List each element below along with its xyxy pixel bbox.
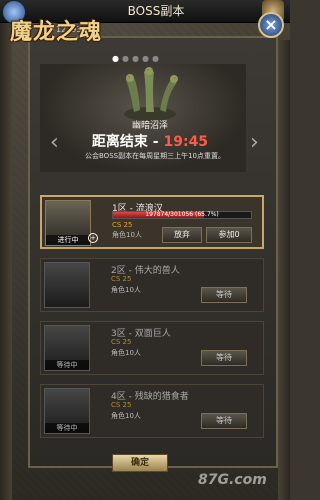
frame-left bbox=[0, 22, 12, 500]
wait-button[interactable]: 等待 bbox=[201, 350, 247, 366]
boss-limit: 角色10人 bbox=[111, 349, 141, 357]
boss-portrait: 等待中 bbox=[44, 388, 90, 434]
hp-bar: 197874/301056 (65.7%) bbox=[112, 211, 252, 219]
boss-cost: CS 25 bbox=[111, 401, 132, 409]
zone-name: 幽暗沼泽 bbox=[131, 121, 168, 131]
boss-limit: 角色10人 bbox=[112, 231, 142, 239]
reset-notice: 公会BOSS副本在每周星期三上午10点重置。 bbox=[85, 152, 225, 160]
boss-cost: CS 25 bbox=[112, 221, 133, 229]
frame-right bbox=[278, 40, 290, 500]
pager-dot: ● bbox=[151, 54, 162, 63]
boss-status: 进行中 bbox=[46, 235, 90, 245]
boss-status: 等待中 bbox=[45, 423, 89, 433]
hp-text: 197874/301056 (65.7%) bbox=[145, 211, 219, 218]
give-up-button[interactable]: 放弃 bbox=[162, 227, 202, 243]
boss-cost: CS 25 bbox=[111, 338, 132, 346]
pager-dot: ● bbox=[131, 54, 142, 63]
pager-dot: ● bbox=[121, 54, 132, 63]
wait-button[interactable]: 等待 bbox=[201, 287, 247, 303]
pager-dot-active: ● bbox=[112, 54, 122, 63]
boss-limit: 角色10人 bbox=[111, 412, 141, 420]
boss-row-2[interactable]: 2区 - 伟大的兽人 CS 25 角色10人 等待 bbox=[40, 258, 264, 312]
countdown-label: 距离结束 - bbox=[91, 134, 164, 150]
countdown-time: 19:45 bbox=[163, 134, 209, 150]
confirm-button[interactable]: 确定 bbox=[112, 454, 168, 472]
boss-status: 等待中 bbox=[45, 360, 89, 370]
boss-row-3[interactable]: 等待中 3区 - 双面巨人 CS 25 角色10人 等待 bbox=[40, 321, 264, 375]
wait-button[interactable]: 等待 bbox=[201, 413, 247, 429]
boss-cost: CS 25 bbox=[111, 275, 132, 283]
prev-arrow-icon[interactable]: ‹ bbox=[50, 130, 59, 155]
hydra-boss-icon bbox=[124, 67, 178, 121]
boss-limit: 角色10人 bbox=[111, 286, 141, 294]
game-logo: 魔龙之魂 bbox=[10, 20, 103, 45]
pager-dot: ● bbox=[141, 54, 152, 63]
watermark: 87G.com bbox=[198, 472, 267, 488]
countdown: 距离结束 - 19:45 bbox=[70, 131, 230, 151]
close-button[interactable]: × bbox=[258, 12, 284, 38]
boss-portrait bbox=[44, 262, 90, 308]
boss-portrait: 进行中 bbox=[45, 200, 91, 246]
magnify-icon[interactable]: + bbox=[88, 233, 98, 243]
boss-row-1[interactable]: 进行中 + 1区 - 流浪汉 197874/301056 (65.7%) CS … bbox=[40, 195, 264, 249]
boss-row-4[interactable]: 等待中 4区 - 残缺的猎食者 CS 25 角色10人 等待 bbox=[40, 384, 264, 438]
boss-portrait: 等待中 bbox=[44, 325, 90, 371]
next-arrow-icon[interactable]: › bbox=[250, 130, 259, 155]
pager-dots: ●●●●● bbox=[112, 54, 162, 63]
join-button[interactable]: 参加0 bbox=[206, 227, 252, 243]
